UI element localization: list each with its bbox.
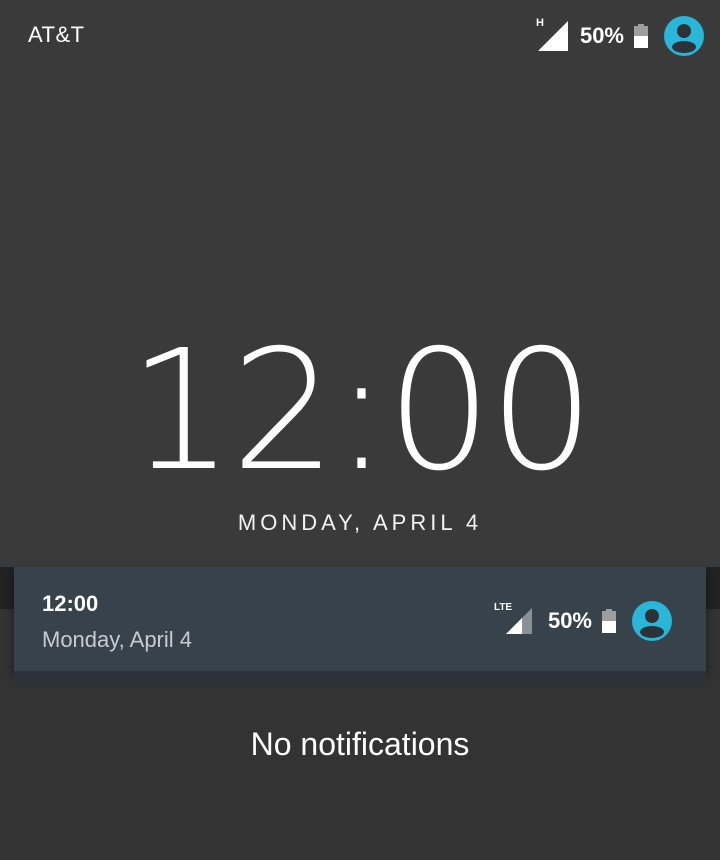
lte-signal-icon: LTE <box>494 602 532 634</box>
no-notifications-message: No notifications <box>250 726 470 762</box>
carrier-label: AT&T <box>28 22 85 47</box>
user-avatar-icon[interactable] <box>664 16 704 56</box>
header-user-avatar-icon[interactable] <box>632 601 672 641</box>
header-status-icons: LTE 50% <box>494 599 672 643</box>
status-icons: H 50% <box>536 14 704 58</box>
header-time: 12:00 <box>42 591 99 616</box>
signal-icon: H <box>536 17 568 51</box>
header-shadow-edge <box>14 671 706 687</box>
lockscreen-date: MONDAY, APRIL 4 <box>237 510 483 535</box>
header-date: Monday, April 4 <box>42 627 193 652</box>
lockscreen-clock: 12:00 <box>128 315 594 508</box>
header-battery-icon <box>602 609 616 633</box>
battery-percent: 50% <box>579 23 624 48</box>
header-battery-percent: 50% <box>547 608 592 633</box>
battery-icon <box>634 24 648 48</box>
quick-settings-header[interactable]: 12:00 Monday, April 4 LTE 50% <box>14 567 706 671</box>
status-bar: AT&T H 50% <box>0 0 720 72</box>
